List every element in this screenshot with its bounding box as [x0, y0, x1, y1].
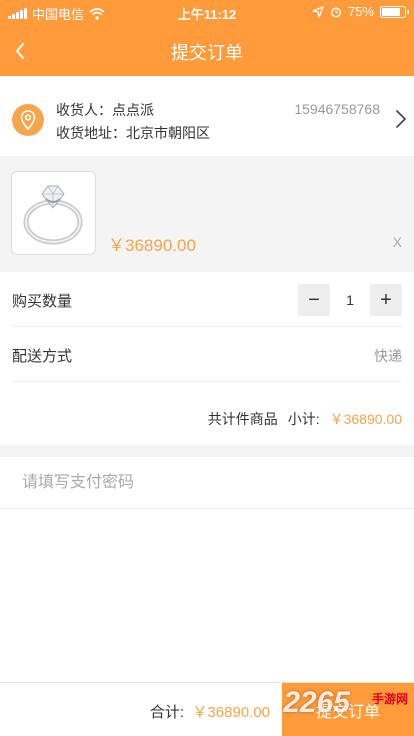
header: 中国电信 上午11:12 75% 提交订单: [0, 0, 414, 76]
address-card[interactable]: 收货人：点点派 收货地址：北京市朝阳区 15946758768: [0, 76, 414, 156]
payment-password-input[interactable]: [0, 457, 414, 509]
watermark-logo: 2265: [283, 686, 350, 719]
product-item: ￥36890.00 X: [0, 156, 414, 272]
quantity-row: 购买数量 − 1 +: [12, 273, 402, 327]
items-count-text: 共计件商品: [207, 411, 278, 427]
location-pin-icon: [12, 104, 44, 136]
product-price: ￥36890.00: [108, 236, 196, 255]
order-total: 合计: ￥36890.00: [150, 701, 270, 722]
quantity-stepper: − 1 +: [298, 284, 402, 316]
battery-icon: [380, 5, 409, 18]
remove-item-button[interactable]: X: [393, 234, 402, 250]
subtotal-label: 小计:: [287, 411, 320, 427]
receiver-name: 点点派: [112, 102, 154, 118]
total-label: 合计:: [149, 704, 185, 721]
receiver-label: 收货人：: [56, 102, 112, 118]
delivery-row[interactable]: 配送方式 快递: [12, 328, 402, 382]
address-line: 收货地址：北京市朝阳区: [56, 123, 210, 143]
quantity-label: 购买数量: [12, 293, 73, 310]
page-title: 提交订单: [171, 43, 243, 63]
nav-bar: 提交订单: [0, 24, 414, 76]
order-summary: 共计件商品 小计: ￥36890.00: [0, 390, 414, 445]
quantity-plus-button[interactable]: +: [370, 284, 402, 316]
section-divider: [0, 445, 414, 457]
receiver-line: 收货人：点点派: [56, 100, 154, 120]
receiver-phone: 15946758768: [294, 101, 380, 117]
alarm-icon: [330, 6, 341, 18]
quantity-minus-button[interactable]: −: [298, 284, 330, 316]
subtotal-value: ￥36890.00: [329, 411, 402, 427]
location-arrow-icon: [312, 5, 324, 18]
address-label: 收货地址：: [56, 125, 126, 141]
battery-percent: 75%: [347, 4, 374, 19]
status-bar: 中国电信 上午11:12 75%: [0, 0, 414, 24]
bottom-bar: 合计: ￥36890.00 提交订单: [0, 682, 414, 736]
address-value: 北京市朝阳区: [126, 125, 210, 141]
total-value: ￥36890.00: [192, 704, 270, 721]
quantity-value: 1: [346, 292, 354, 308]
chevron-right-icon[interactable]: [394, 109, 408, 129]
product-image[interactable]: [11, 171, 96, 255]
status-right: 75%: [312, 4, 409, 19]
watermark-site: 手游网: [371, 692, 408, 706]
delivery-value: 快递: [374, 348, 402, 364]
delivery-label: 配送方式: [12, 348, 73, 365]
